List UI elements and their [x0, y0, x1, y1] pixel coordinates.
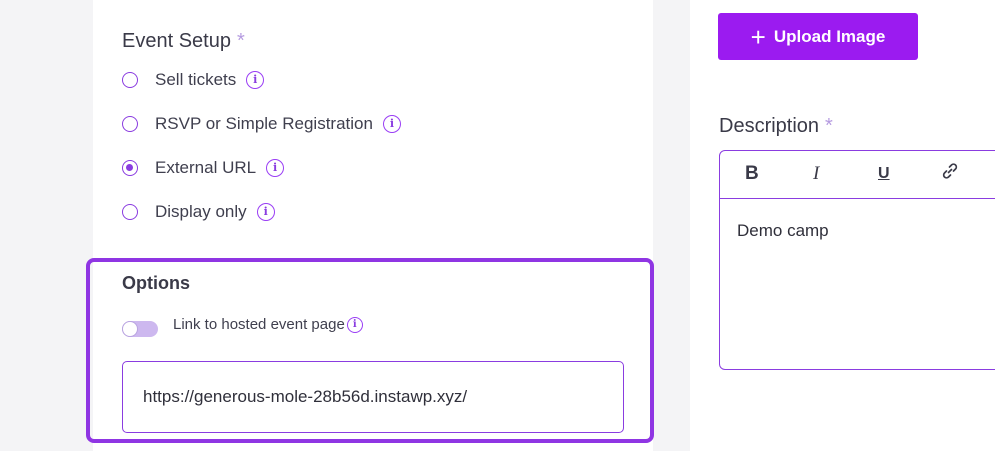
radio-button[interactable] [122, 116, 138, 132]
toggle-knob [122, 320, 138, 337]
radio-label: Display only [155, 202, 247, 221]
bold-button[interactable]: B [745, 163, 759, 185]
link-icon[interactable] [940, 161, 960, 187]
info-icon[interactable]: i [346, 316, 363, 333]
external-url-input[interactable]: https://generous-mole-28b56d.instawp.xyz… [122, 361, 624, 433]
radio-button-selected[interactable] [122, 160, 138, 176]
radio-option-rsvp[interactable]: RSVP or Simple Registration i [122, 113, 401, 135]
radio-option-sell-tickets[interactable]: Sell tickets i [122, 69, 265, 91]
underline-button[interactable]: U [878, 165, 890, 183]
upload-image-label: Upload Image [773, 26, 886, 46]
radio-button[interactable] [122, 72, 138, 88]
event-setup-title: Event Setup * [122, 30, 245, 52]
required-asterisk: * [825, 115, 833, 137]
editor-toolbar: B I U [720, 151, 995, 199]
info-icon[interactable]: i [256, 203, 275, 221]
upload-image-button[interactable]: + Upload Image [718, 13, 918, 60]
description-text[interactable]: Demo camp [737, 221, 829, 241]
description-editor: B I U Demo camp [719, 150, 995, 370]
radio-option-display-only[interactable]: Display only i [122, 201, 275, 223]
italic-button[interactable]: I [813, 163, 819, 185]
radio-label: External URL [155, 158, 257, 177]
radio-option-external-url[interactable]: External URL i [122, 157, 285, 179]
radio-label: RSVP or Simple Registration [155, 114, 373, 133]
toggle-label: Link to hosted event page [173, 316, 345, 333]
plus-icon: + [750, 21, 766, 52]
description-title: Description * [719, 115, 833, 137]
info-icon[interactable]: i [246, 71, 265, 89]
hosted-page-toggle-row: Link to hosted event page i [122, 316, 363, 337]
radio-label: Sell tickets [155, 70, 237, 89]
info-icon[interactable]: i [266, 159, 285, 177]
required-asterisk: * [236, 30, 245, 52]
hosted-page-toggle[interactable] [122, 320, 158, 337]
options-title: Options [122, 273, 190, 293]
info-icon[interactable]: i [382, 115, 401, 133]
radio-button[interactable] [122, 204, 138, 220]
